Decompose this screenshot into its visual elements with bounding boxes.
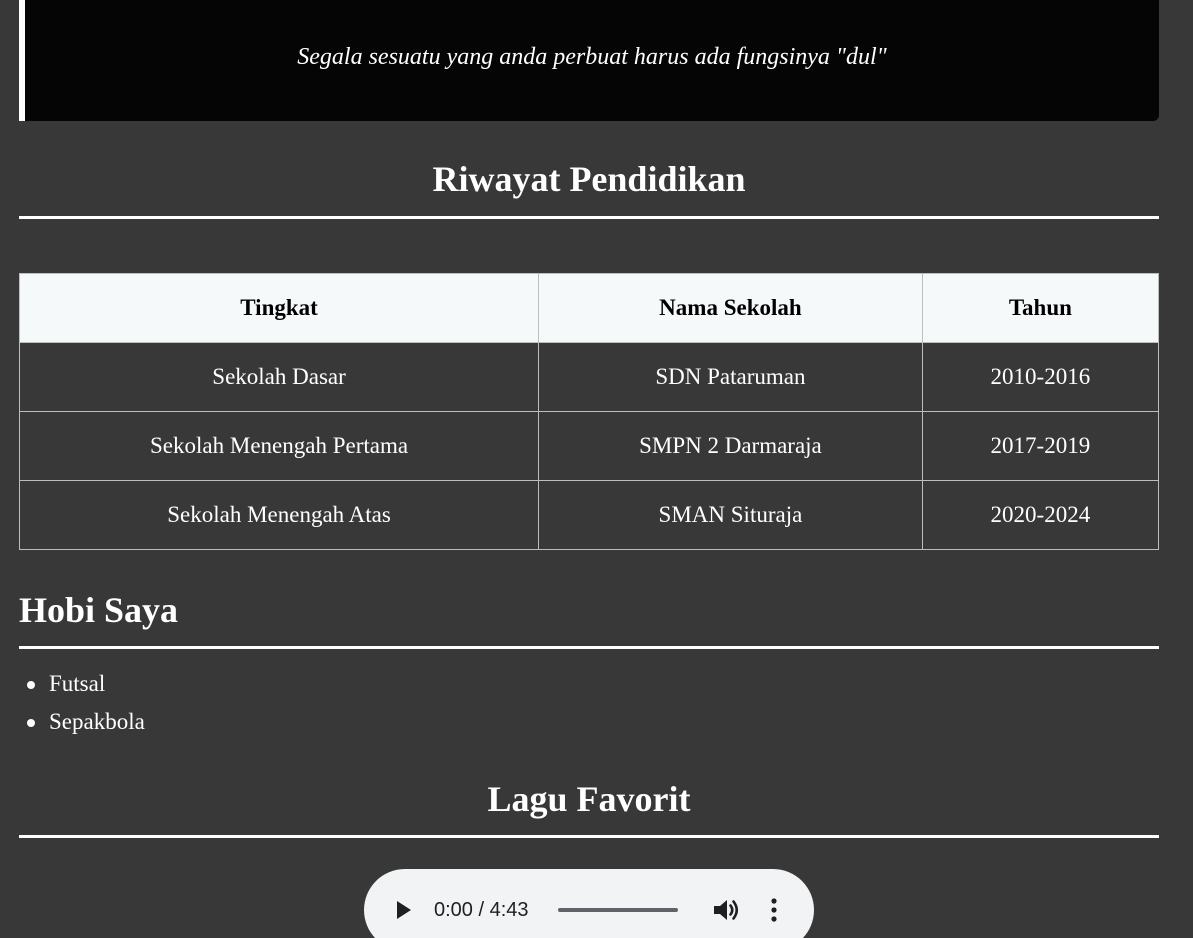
seek-bar[interactable] bbox=[558, 908, 678, 912]
header-tingkat: Tingkat bbox=[18, 273, 540, 343]
cell-nama-sekolah: SDN Pataruman bbox=[538, 342, 923, 412]
time-display: 0:00 / 4:43 bbox=[434, 899, 529, 921]
cell-tahun: 2010-2016 bbox=[921, 342, 1160, 412]
list-item: Sepakbola bbox=[27, 706, 145, 744]
cell-tingkat: Sekolah Menengah Pertama bbox=[18, 411, 540, 481]
table-row: Sekolah Menengah Pertama SMPN 2 Darmaraj… bbox=[18, 411, 1160, 481]
quote-text: Segala sesuatu yang anda perbuat harus a… bbox=[297, 44, 887, 70]
table-header-row: Tingkat Nama Sekolah Tahun bbox=[18, 273, 1160, 343]
list-item: Futsal bbox=[27, 668, 145, 706]
table-row: Sekolah Menengah Atas SMAN Situraja 2020… bbox=[18, 480, 1160, 550]
hobbies-title: Hobi Saya bbox=[19, 590, 179, 630]
quote-box: Segala sesuatu yang anda perbuat harus a… bbox=[19, 0, 1159, 121]
education-divider bbox=[19, 216, 1159, 219]
page: Segala sesuatu yang anda perbuat harus a… bbox=[0, 0, 1193, 938]
play-icon[interactable] bbox=[397, 901, 411, 919]
hobbies-divider bbox=[19, 646, 1159, 649]
cell-tingkat: Sekolah Menengah Atas bbox=[18, 480, 540, 550]
more-vert-icon[interactable] bbox=[764, 897, 784, 923]
education-title: Riwayat Pendidikan bbox=[432, 159, 746, 199]
cell-tahun: 2020-2024 bbox=[921, 480, 1160, 550]
header-tahun: Tahun bbox=[921, 273, 1160, 343]
cell-tahun: 2017-2019 bbox=[921, 411, 1160, 481]
header-nama-sekolah: Nama Sekolah bbox=[538, 273, 923, 343]
table-row: Sekolah Dasar SDN Pataruman 2010-2016 bbox=[18, 342, 1160, 412]
hobbies-list: Futsal Sepakbola bbox=[19, 668, 145, 744]
audio-player[interactable]: 0:00 / 4:43 bbox=[364, 869, 814, 938]
cell-tingkat: Sekolah Dasar bbox=[18, 342, 540, 412]
cell-nama-sekolah: SMPN 2 Darmaraja bbox=[538, 411, 923, 481]
cell-nama-sekolah: SMAN Situraja bbox=[538, 480, 923, 550]
education-table: Tingkat Nama Sekolah Tahun Sekolah Dasar… bbox=[18, 273, 1160, 550]
music-divider bbox=[19, 835, 1159, 838]
music-title: Lagu Favorit bbox=[487, 779, 691, 819]
volume-icon[interactable] bbox=[712, 897, 740, 923]
